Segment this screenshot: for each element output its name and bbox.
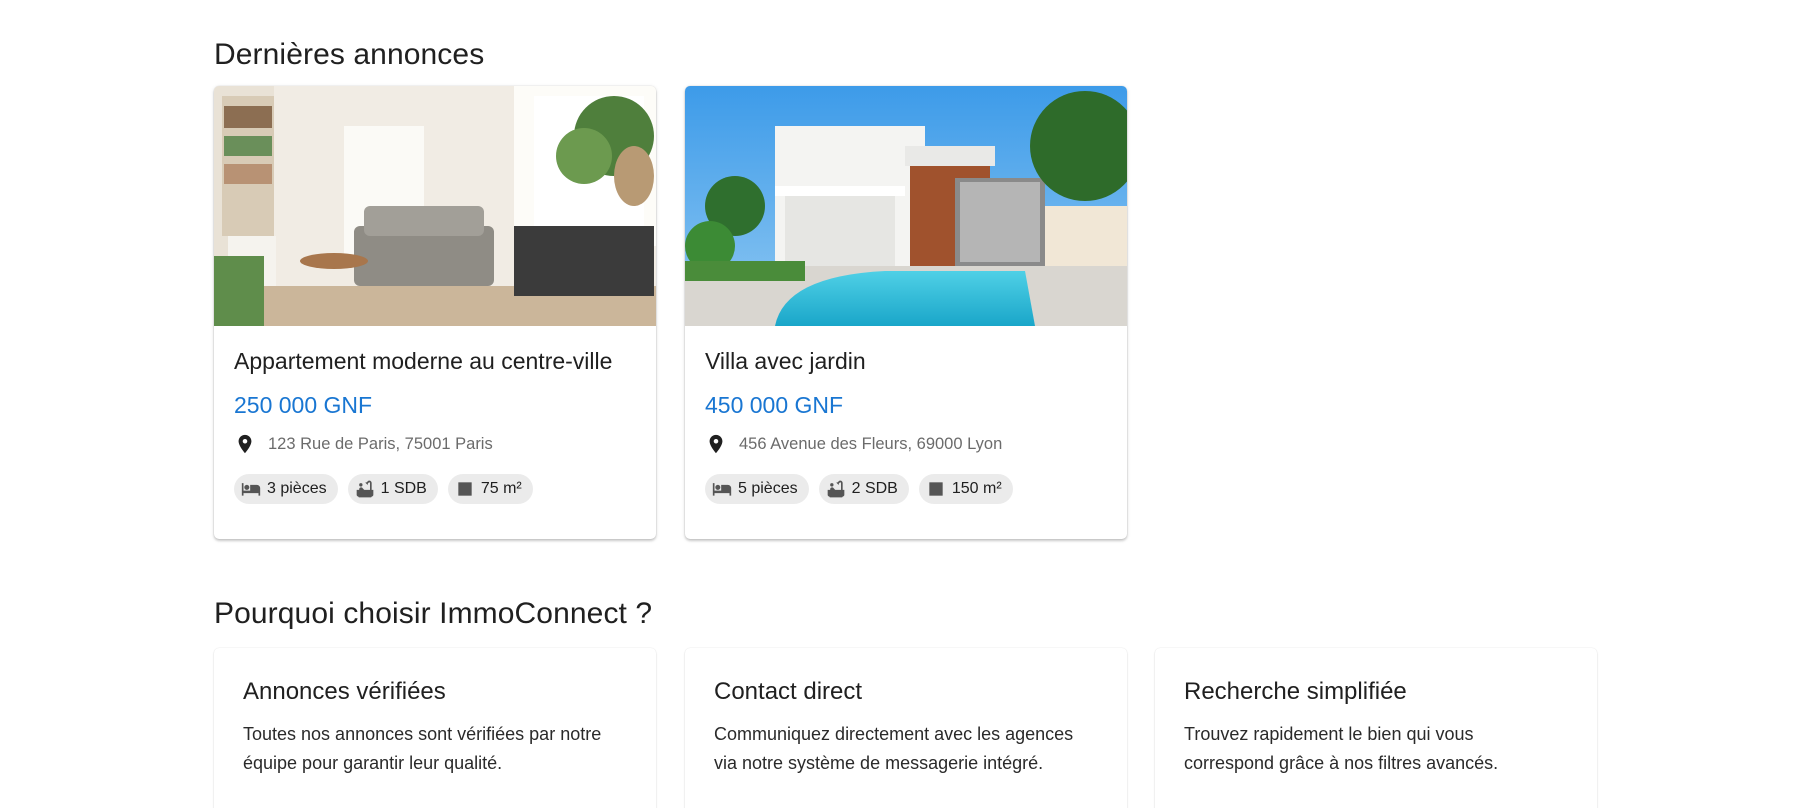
baths-chip: 1 SDB: [347, 474, 438, 504]
listing-price: 250 000 GNF: [234, 392, 373, 418]
villa-pool-photo: [685, 86, 1127, 326]
rooms-chip: 3 pièces: [234, 474, 338, 504]
listing-location: 456 Avenue des Fleurs, 69000 Lyon: [705, 433, 1107, 455]
feature-title: Annonces vérifiées: [243, 678, 446, 705]
bathtub-icon: [827, 480, 844, 498]
location-pin-icon: [238, 434, 252, 454]
square-area-icon: [929, 482, 943, 496]
listing-image[interactable]: [685, 86, 1127, 326]
feature-text: Toutes nos annonces sont vérifiées par n…: [243, 724, 602, 773]
listing-price: 450 000 GNF: [705, 392, 844, 418]
listing-address: 123 Rue de Paris, 75001 Paris: [268, 434, 493, 453]
feature-card-verified: Annonces vérifiées Toutes nos annonces s…: [214, 648, 656, 808]
baths-label: 1 SDB: [380, 480, 427, 497]
rooms-label: 5 pièces: [738, 480, 798, 497]
listing-location: 123 Rue de Paris, 75001 Paris: [234, 433, 636, 455]
area-chip: 150 m²: [918, 474, 1013, 504]
location-pin-icon: [709, 434, 723, 454]
bed-icon: [712, 483, 732, 496]
feature-card-search: Recherche simplifiée Trouvez rapidement …: [1155, 648, 1597, 808]
listing-card[interactable]: Villa avec jardin 450 000 GNF 456 Avenue…: [685, 86, 1127, 539]
rooms-chip: 5 pièces: [705, 474, 809, 504]
feature-title: Contact direct: [714, 678, 863, 705]
square-area-icon: [458, 482, 472, 496]
latest-listings-title: Dernières annonces: [214, 38, 485, 71]
feature-text: Trouvez rapidement le bien qui vous corr…: [1184, 724, 1499, 773]
listing-title[interactable]: Villa avec jardin: [705, 348, 1107, 375]
area-chip: 75 m²: [447, 474, 533, 504]
listing-title[interactable]: Appartement moderne au centre-ville: [234, 348, 636, 375]
area-label: 75 m²: [480, 480, 522, 497]
bed-icon: [241, 483, 261, 496]
feature-text: Communiquez directement avec les agences…: [714, 724, 1074, 773]
why-choose-title: Pourquoi choisir ImmoConnect ?: [214, 597, 653, 630]
listing-address: 456 Avenue des Fleurs, 69000 Lyon: [739, 434, 1003, 453]
listing-card[interactable]: Appartement moderne au centre-ville 250 …: [214, 86, 656, 539]
rooms-label: 3 pièces: [267, 480, 327, 497]
baths-chip: 2 SDB: [818, 474, 909, 504]
feature-card-contact: Contact direct Communiquez directement a…: [685, 648, 1127, 808]
area-label: 150 m²: [951, 480, 1002, 497]
bathtub-icon: [356, 480, 373, 498]
feature-title: Recherche simplifiée: [1184, 678, 1407, 705]
baths-label: 2 SDB: [851, 480, 898, 497]
living-room-photo: [214, 86, 656, 326]
listing-image[interactable]: [214, 86, 656, 326]
